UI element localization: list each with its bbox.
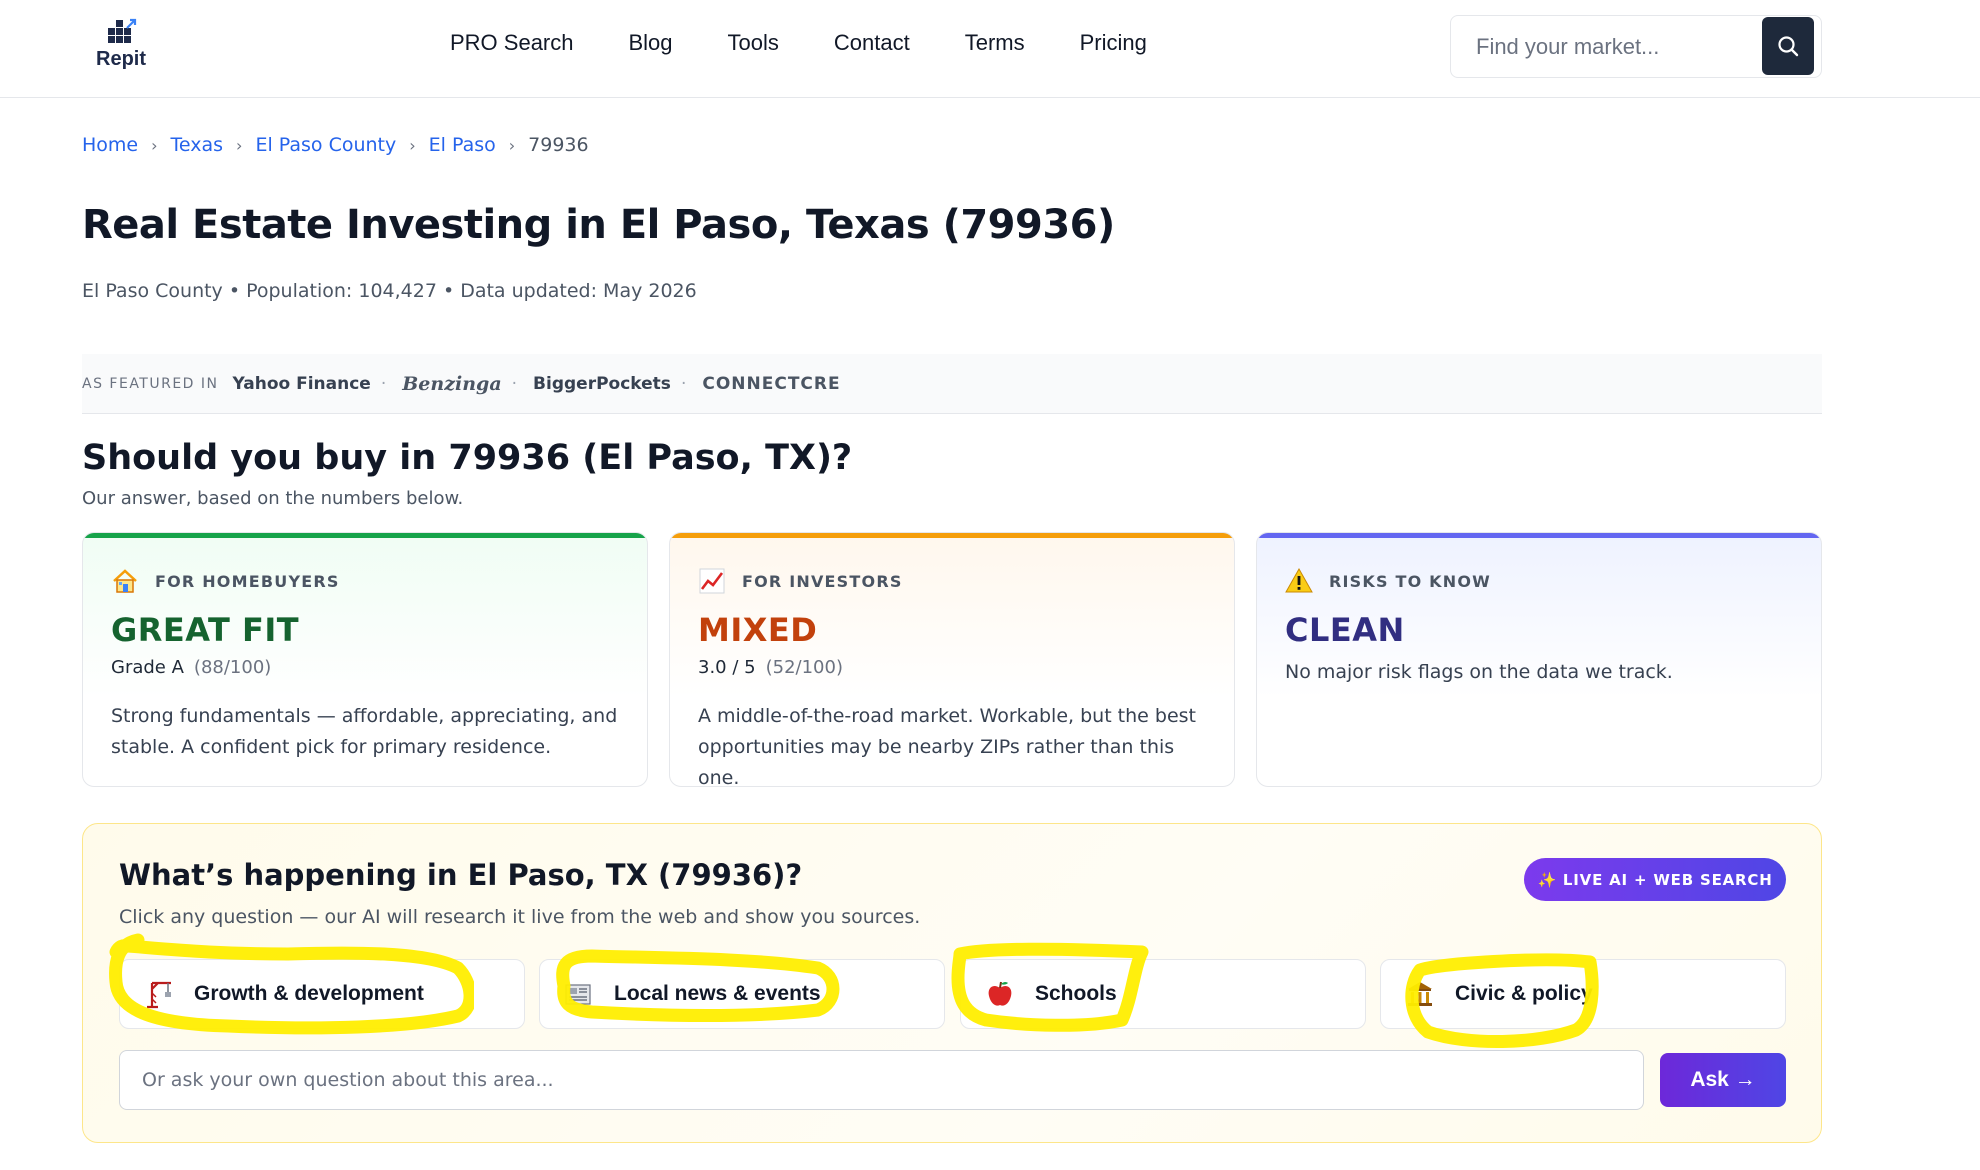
featured-label: AS FEATURED IN <box>82 375 219 392</box>
breadcrumb-current: 79936 <box>528 134 589 156</box>
page-meta: El Paso County • Population: 104,427 • D… <box>82 280 697 302</box>
grade-value: Grade A <box>111 657 184 678</box>
chip-label: Growth & development <box>194 982 424 1005</box>
featured-strip: AS FEATURED IN Yahoo Finance · Benzinga … <box>82 354 1822 414</box>
featured-benzinga: Benzinga <box>402 372 502 395</box>
nav-pricing[interactable]: Pricing <box>1080 30 1147 56</box>
breadcrumb-home[interactable]: Home <box>82 134 138 156</box>
breadcrumb-separator: › <box>508 135 516 155</box>
ask-question-input[interactable] <box>119 1050 1644 1110</box>
featured-separator: · <box>380 373 387 394</box>
house-icon <box>111 567 139 595</box>
buy-section-subtitle: Our answer, based on the numbers below. <box>82 488 464 509</box>
card-label: RISKS TO KNOW <box>1329 571 1492 591</box>
page-title: Real Estate Investing in El Paso, Texas … <box>82 202 1115 248</box>
breadcrumb: Home › Texas › El Paso County › El Paso … <box>82 134 589 156</box>
risks-card: RISKS TO KNOW CLEAN No major risk flags … <box>1256 532 1822 787</box>
market-search <box>1450 15 1822 78</box>
chip-label: Civic & policy <box>1455 982 1593 1005</box>
apple-icon <box>985 979 1015 1009</box>
card-description: No major risk flags on the data we track… <box>1285 661 1673 683</box>
card-description: Strong fundamentals — affordable, apprec… <box>111 705 618 758</box>
newspaper-icon <box>564 979 594 1009</box>
breadcrumb-el-paso[interactable]: El Paso <box>429 134 496 156</box>
card-verdict: CLEAN <box>1285 611 1405 649</box>
grade-value: 3.0 / 5 <box>698 657 756 678</box>
question-chip-civic[interactable]: Civic & policy <box>1380 959 1786 1029</box>
crane-icon <box>144 979 174 1009</box>
chip-label: Schools <box>1035 982 1117 1005</box>
warning-icon <box>1285 567 1313 595</box>
card-grade: 3.0 / 5 (52/100) <box>698 657 843 678</box>
live-ai-badge: ✨ LIVE AI + WEB SEARCH <box>1524 858 1786 901</box>
question-chip-schools[interactable]: Schools <box>960 959 1366 1029</box>
breadcrumb-texas[interactable]: Texas <box>171 134 224 156</box>
card-label: FOR HOMEBUYERS <box>155 571 340 591</box>
featured-separator: · <box>511 373 518 394</box>
card-label: FOR INVESTORS <box>742 571 903 591</box>
breadcrumb-separator: › <box>409 135 416 155</box>
site-header: Repit PRO Search Blog Tools Contact Term… <box>0 0 1980 98</box>
question-chip-local-news[interactable]: Local news & events <box>539 959 945 1029</box>
ask-button[interactable]: Ask → <box>1660 1053 1786 1107</box>
featured-connectcre: CONNECTCRE <box>702 373 841 394</box>
nav-terms[interactable]: Terms <box>965 30 1025 56</box>
badge-label: LIVE AI + WEB SEARCH <box>1562 870 1773 889</box>
card-grade: Grade A (88/100) <box>111 657 271 678</box>
question-chip-growth[interactable]: Growth & development <box>119 959 525 1029</box>
search-button[interactable] <box>1762 17 1814 75</box>
main-nav: PRO Search Blog Tools Contact Terms Pric… <box>450 30 1202 56</box>
nav-tools[interactable]: Tools <box>728 30 779 56</box>
logo-grid-icon <box>106 18 137 46</box>
card-verdict: GREAT FIT <box>111 611 300 649</box>
happening-subtitle: Click any question — our AI will researc… <box>119 906 921 928</box>
buy-section-title: Should you buy in 79936 (El Paso, TX)? <box>82 438 853 478</box>
featured-yahoo-finance: Yahoo Finance <box>232 373 371 394</box>
card-verdict: MIXED <box>698 611 818 649</box>
market-search-input[interactable] <box>1452 17 1752 76</box>
homebuyers-card: FOR HOMEBUYERS GREAT FIT Grade A (88/100)… <box>82 532 648 787</box>
nav-blog[interactable]: Blog <box>629 30 673 56</box>
sparkle-icon: ✨ <box>1537 870 1557 889</box>
local-ai-research-panel: What’s happening in El Paso, TX (79936)?… <box>82 823 1822 1143</box>
nav-pro-search[interactable]: PRO Search <box>450 30 574 56</box>
grade-score: (88/100) <box>193 657 272 678</box>
nav-contact[interactable]: Contact <box>834 30 910 56</box>
featured-biggerpockets: BiggerPockets <box>533 373 671 394</box>
chart-up-icon <box>698 567 726 595</box>
featured-separator: · <box>680 373 687 394</box>
grade-score: (52/100) <box>765 657 843 678</box>
repit-logo[interactable]: Repit <box>92 18 150 71</box>
happening-title: What’s happening in El Paso, TX (79936)? <box>119 858 803 892</box>
logo-text: Repit <box>96 48 146 70</box>
breadcrumb-separator: › <box>151 135 158 155</box>
government-building-icon <box>1405 979 1435 1009</box>
card-description: A middle-of-the-road market. Workable, b… <box>698 705 1196 787</box>
investors-card: FOR INVESTORS MIXED 3.0 / 5 (52/100) A mi… <box>669 532 1235 787</box>
search-icon <box>1778 36 1799 57</box>
breadcrumb-el-paso-county[interactable]: El Paso County <box>255 134 396 156</box>
breadcrumb-separator: › <box>236 135 243 155</box>
chip-label: Local news & events <box>614 982 821 1005</box>
